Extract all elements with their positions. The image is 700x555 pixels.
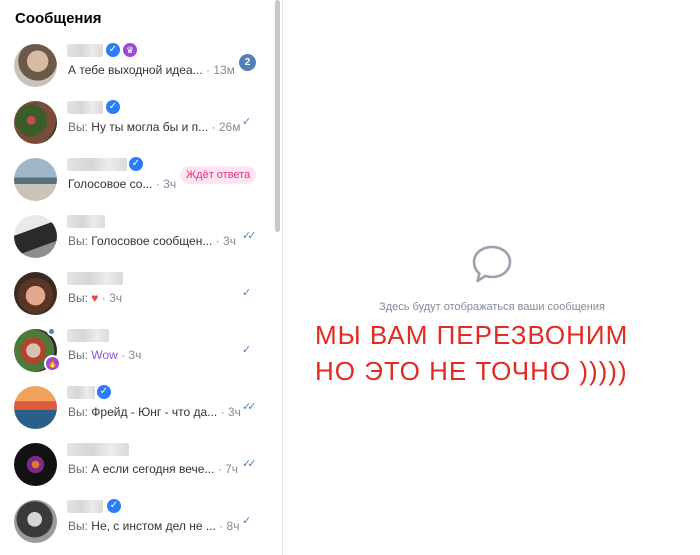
- fire-icon: 🔥: [44, 355, 61, 372]
- contact-name-redacted: [67, 272, 123, 285]
- verified-icon: ✓: [97, 385, 111, 399]
- conversation-list: Сообщения ✓ ♛ А тебе выходной идеа... · …: [0, 0, 283, 555]
- page-title: Сообщения: [15, 10, 102, 27]
- message-area: Здесь будут отображаться ваши сообщения …: [284, 0, 700, 555]
- overlay-caption-line-2: НО ЭТО НЕ ТОЧНО ))))): [315, 356, 628, 386]
- crown-icon: ♛: [123, 43, 137, 57]
- verified-icon: ✓: [107, 499, 121, 513]
- online-indicator: [47, 327, 56, 336]
- chat-item[interactable]: ✓ Вы: Ну ты могла бы и п... · 26м ✓: [0, 95, 272, 152]
- avatar: [14, 101, 57, 144]
- avatar: [14, 500, 57, 543]
- contact-name-redacted: [67, 44, 103, 57]
- avatar: [14, 386, 57, 429]
- avatar: [14, 158, 57, 201]
- chat-bubble-icon: [472, 245, 512, 283]
- message-preview: Вы: Голосовое сообщен... · 3ч: [68, 234, 236, 248]
- message-preview: Вы: Wow · 3ч: [68, 348, 142, 362]
- read-status-icon: ✓✓: [242, 230, 257, 242]
- message-preview: Вы: ♥ · 3ч: [68, 291, 123, 305]
- avatar: [14, 215, 57, 258]
- chat-item[interactable]: ✓ ♛ А тебе выходной идеа... · 13м 2: [0, 38, 272, 95]
- chat-item[interactable]: Вы: ♥ · 3ч ✓: [0, 266, 272, 323]
- chat-item[interactable]: ✓ Вы: Не, с инстом дел не ... · 8ч ✓: [0, 494, 272, 551]
- message-preview: Вы: Не, с инстом дел не ... · 8ч: [68, 519, 240, 533]
- avatar: [14, 443, 57, 486]
- chat-item[interactable]: ✓ Голосовое со... · 3ч Ждёт ответа: [0, 152, 272, 209]
- chat-item[interactable]: ✓ Вы: Фрейд - Юнг - что да... · 3ч ✓✓: [0, 380, 272, 437]
- contact-name-redacted: [67, 386, 95, 399]
- empty-state-text: Здесь будут отображаться ваши сообщения: [379, 301, 605, 313]
- verified-icon: ✓: [129, 157, 143, 171]
- chat-item[interactable]: Вы: А если сегодня вече... · 7ч ✓✓: [0, 437, 272, 494]
- scrollbar-thumb[interactable]: [275, 0, 280, 232]
- awaiting-reply-badge: Ждёт ответа: [180, 166, 257, 184]
- read-status-icon: ✓: [242, 287, 251, 299]
- read-status-icon: ✓✓: [242, 458, 257, 470]
- overlay-caption-line-1: МЫ ВАМ ПЕРЕЗВОНИМ: [315, 320, 629, 350]
- contact-name-redacted: [67, 443, 129, 456]
- message-preview: Вы: Фрейд - Юнг - что да... · 3ч: [68, 405, 241, 419]
- read-status-icon: ✓: [242, 116, 251, 128]
- unread-count-badge: 2: [239, 54, 256, 71]
- contact-name-redacted: [67, 101, 103, 114]
- contact-name-redacted: [67, 500, 103, 513]
- verified-icon: ✓: [106, 43, 120, 57]
- avatar: [14, 44, 57, 87]
- message-preview: Вы: А если сегодня вече... · 7ч: [68, 462, 239, 476]
- contact-name-redacted: [67, 215, 105, 228]
- read-status-icon: ✓: [242, 344, 251, 356]
- read-status-icon: ✓: [242, 515, 251, 527]
- avatar: [14, 272, 57, 315]
- scrollbar[interactable]: [273, 0, 282, 555]
- contact-name-redacted: [67, 158, 127, 171]
- message-preview: Вы: Ну ты могла бы и п... · 26м: [68, 120, 241, 134]
- contact-name-redacted: [67, 329, 109, 342]
- chat-item[interactable]: Вы: Голосовое сообщен... · 3ч ✓✓: [0, 209, 272, 266]
- chat-item[interactable]: 🔥 Вы: Wow · 3ч ✓: [0, 323, 272, 380]
- message-preview: А тебе выходной идеа... · 13м: [68, 63, 235, 77]
- message-preview: Голосовое со... · 3ч: [68, 177, 177, 191]
- verified-icon: ✓: [106, 100, 120, 114]
- read-status-icon: ✓✓: [242, 401, 257, 413]
